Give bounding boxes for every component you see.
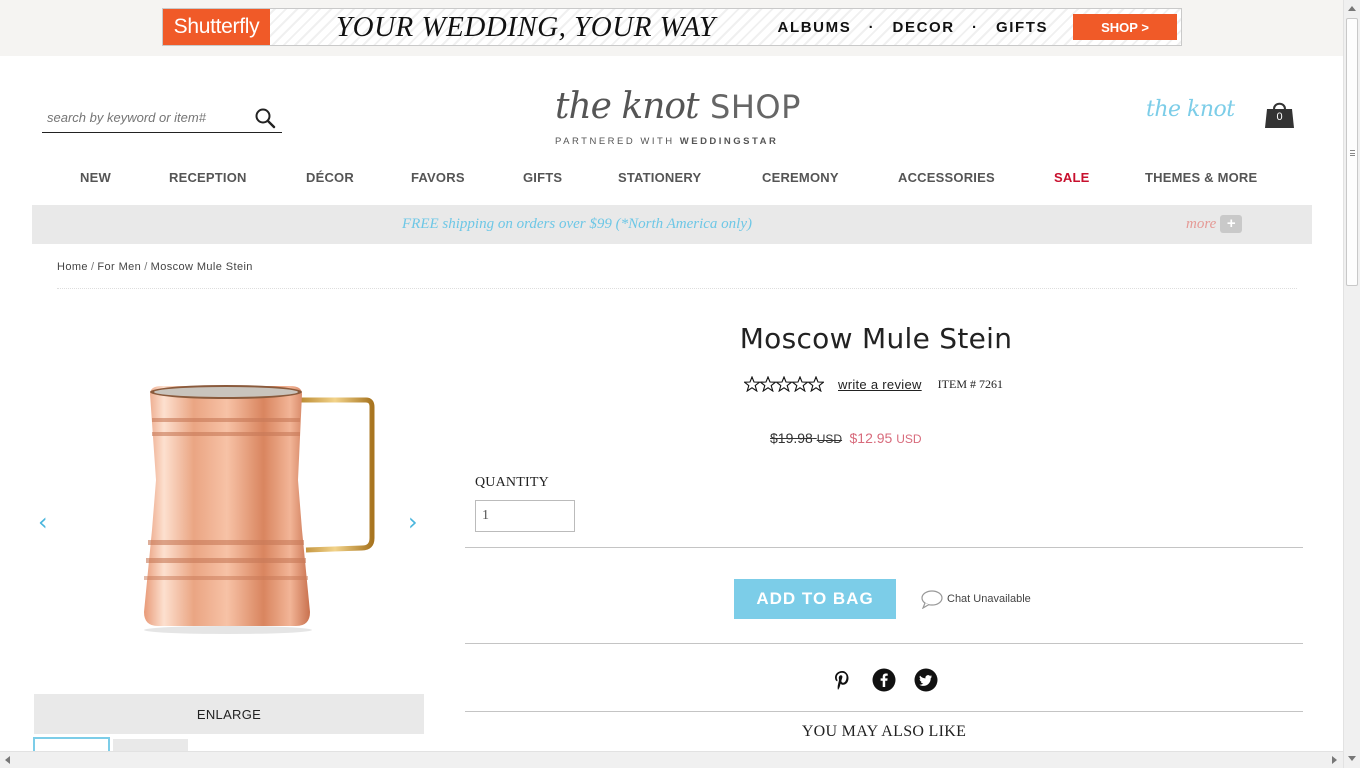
star-empty-icon [776, 376, 792, 392]
divider [465, 547, 1303, 548]
sale-price-value: $12.95 [849, 430, 893, 446]
breadcrumb: Home / For Men / Moscow Mule Stein [57, 261, 253, 273]
nav-accessories[interactable]: ACCESSORIES [898, 170, 995, 185]
star-empty-icon [808, 376, 824, 392]
divider [465, 711, 1303, 712]
breadcrumb-current: Moscow Mule Stein [150, 261, 253, 273]
sale-price-currency: USD [896, 432, 922, 446]
nav-stationery[interactable]: STATIONERY [618, 170, 701, 185]
bag-count: 0 [1276, 111, 1283, 123]
promo-more-link[interactable]: more + [1186, 215, 1243, 233]
ad-link-decor: DECOR [892, 18, 955, 36]
rating-row: write a review ITEM # 7261 [744, 376, 1003, 392]
breadcrumb-home[interactable]: Home [57, 261, 88, 273]
theknot-site-link[interactable]: the knot [1146, 97, 1235, 122]
search-icon[interactable] [254, 107, 276, 129]
star-empty-icon [792, 376, 808, 392]
ad-link-gifts: GIFTS [995, 18, 1049, 36]
write-review-link[interactable]: write a review [838, 377, 922, 392]
price-row: $19.98 USD $12.95 USD [770, 430, 922, 448]
item-number: ITEM # 7261 [937, 376, 1003, 391]
search-input[interactable] [42, 104, 247, 130]
ad-dot: · [857, 18, 887, 36]
shutterfly-logo: Shutterfly [163, 9, 270, 45]
scroll-down-arrow-icon[interactable] [1348, 756, 1356, 761]
nav-gifts[interactable]: GIFTS [523, 170, 562, 185]
product-title: Moscow Mule Stein [739, 322, 1013, 355]
divider [465, 643, 1303, 644]
page: Shutterfly YOUR WEDDING, YOUR WAY ALBUMS… [0, 0, 1360, 768]
logo-partner-prefix: PARTNERED WITH [555, 136, 675, 147]
scroll-up-arrow-icon[interactable] [1348, 6, 1356, 11]
shutterfly-ad[interactable]: Shutterfly YOUR WEDDING, YOUR WAY ALBUMS… [162, 8, 1182, 46]
nav-favors[interactable]: FAVORS [411, 170, 465, 185]
vertical-scroll-thumb[interactable] [1346, 18, 1358, 286]
star-empty-icon [744, 376, 760, 392]
promo-more-label: more [1186, 215, 1217, 232]
promo-bar: FREE shipping on orders over $99 (*North… [32, 205, 1312, 244]
logo-shop-text: SHOP [710, 88, 801, 126]
facebook-icon[interactable] [872, 668, 896, 692]
rating-stars[interactable] [744, 376, 824, 392]
scroll-right-arrow-icon[interactable] [1332, 756, 1337, 764]
product-image-moscow-mule-stein[interactable] [138, 380, 378, 636]
ad-link-albums: ALBUMS [777, 18, 852, 36]
horizontal-scrollbar[interactable] [0, 751, 1343, 768]
nav-themes-more[interactable]: THEMES & MORE [1145, 170, 1257, 185]
logo-knot-text: the knot [555, 86, 700, 127]
nav-decor[interactable]: DÉCOR [306, 170, 354, 185]
original-price: $19.98 USD [770, 430, 842, 446]
ad-strip: Shutterfly YOUR WEDDING, YOUR WAY ALBUMS… [0, 0, 1343, 56]
breadcrumb-divider [57, 288, 1297, 289]
nav-ceremony[interactable]: CEREMONY [762, 170, 839, 185]
original-price-currency: USD [816, 432, 843, 446]
ad-tagline: YOUR WEDDING, YOUR WAY [336, 10, 716, 43]
scroll-left-arrow-icon[interactable] [5, 756, 10, 764]
breadcrumb-separator: / [90, 261, 95, 273]
main-nav: NEW RECEPTION DÉCOR FAVORS GIFTS STATION… [0, 170, 1343, 190]
sale-price: $12.95 USD [850, 430, 922, 446]
star-empty-icon [760, 376, 776, 392]
search-box [42, 104, 282, 133]
breadcrumb-separator: / [144, 261, 148, 273]
gallery-next-arrow[interactable]: › [408, 508, 418, 536]
enlarge-button[interactable]: ENLARGE [34, 694, 424, 734]
ad-dot: · [960, 18, 991, 36]
you-may-also-like-heading: YOU MAY ALSO LIKE [801, 723, 967, 740]
site-logo[interactable]: the knot SHOP PARTNERED WITH WEDDINGSTAR [555, 84, 800, 152]
chat-bubble-icon [921, 590, 943, 609]
nav-sale[interactable]: SALE [1054, 170, 1089, 185]
nav-new[interactable]: NEW [80, 170, 111, 185]
breadcrumb-for-men[interactable]: For Men [97, 261, 141, 273]
chat-status: Chat Unavailable [920, 589, 1031, 609]
add-to-bag-button[interactable]: ADD TO BAG [734, 579, 896, 619]
chat-status-label: Chat Unavailable [947, 593, 1031, 605]
grip-icon [1350, 150, 1355, 156]
nav-reception[interactable]: RECEPTION [169, 170, 247, 185]
gallery-prev-arrow[interactable]: ‹ [38, 508, 48, 536]
quantity-input[interactable] [475, 500, 575, 532]
vertical-scrollbar[interactable] [1343, 0, 1360, 768]
shopping-bag-button[interactable]: 0 [1264, 99, 1295, 129]
twitter-icon[interactable] [914, 668, 938, 692]
original-price-value: $19.98 [770, 430, 813, 446]
plus-icon: + [1220, 215, 1243, 233]
ad-links: ALBUMS · DECOR · GIFTS [778, 19, 1049, 36]
pinterest-icon[interactable] [830, 668, 854, 692]
ad-shop-button[interactable]: SHOP > [1073, 14, 1177, 40]
quantity-label: QUANTITY [475, 475, 549, 490]
promo-text: FREE shipping on orders over $99 (*North… [402, 216, 752, 232]
logo-partner-name: WEDDINGSTAR [679, 136, 779, 147]
